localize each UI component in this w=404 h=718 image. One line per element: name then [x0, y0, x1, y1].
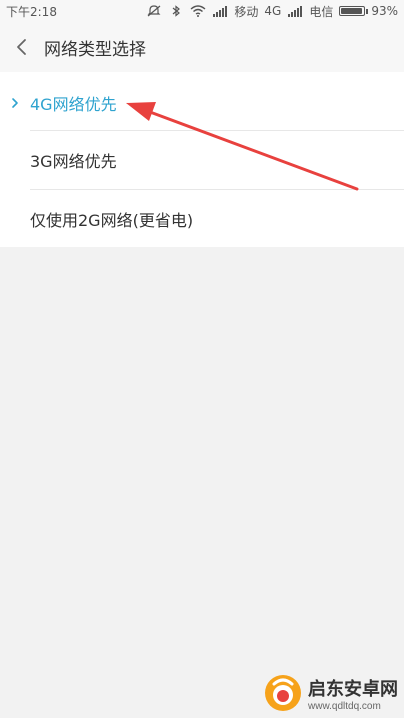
logo-icon [265, 675, 301, 711]
option-label: 3G网络优先 [30, 152, 117, 171]
back-button[interactable] [2, 22, 42, 72]
option-3g-preferred[interactable]: 3G网络优先 [0, 131, 404, 189]
status-time: 下午2:18 [6, 4, 57, 19]
status-bar: 下午2:18 移动 4G 电信 93% [0, 0, 404, 22]
carrier-label-2: 电信 [309, 4, 334, 19]
option-4g-preferred[interactable]: 4G网络优先 [0, 74, 404, 132]
chevron-left-icon [17, 39, 26, 55]
battery-percent: 93% [371, 4, 398, 18]
signal-icon [213, 6, 228, 17]
chevron-right-icon [12, 98, 18, 108]
battery-icon [339, 6, 366, 16]
network-options-list: 4G网络优先 3G网络优先 仅使用2G网络(更省电) [0, 72, 404, 247]
option-2g-only[interactable]: 仅使用2G网络(更省电) [0, 190, 404, 248]
watermark-url: www.qdltdq.com [308, 700, 381, 712]
page-title: 网络类型选择 [44, 39, 146, 60]
battery-indicator: 93% [339, 4, 398, 18]
watermark: 启东安卓网 www.qdltdq.com [264, 674, 398, 712]
option-label: 仅使用2G网络(更省电) [30, 211, 194, 230]
status-icons: 移动 4G 电信 93% [146, 3, 398, 20]
title-bar: 网络类型选择 [0, 22, 404, 72]
signal-icon [288, 6, 303, 17]
watermark-name: 启东安卓网 [308, 678, 398, 700]
network-type-label: 4G [264, 4, 282, 18]
wifi-icon [190, 5, 206, 17]
option-label: 4G网络优先 [30, 95, 117, 114]
carrier-label-1: 移动 [234, 4, 259, 19]
bluetooth-icon [172, 5, 181, 17]
bell-silent-icon [147, 5, 161, 17]
